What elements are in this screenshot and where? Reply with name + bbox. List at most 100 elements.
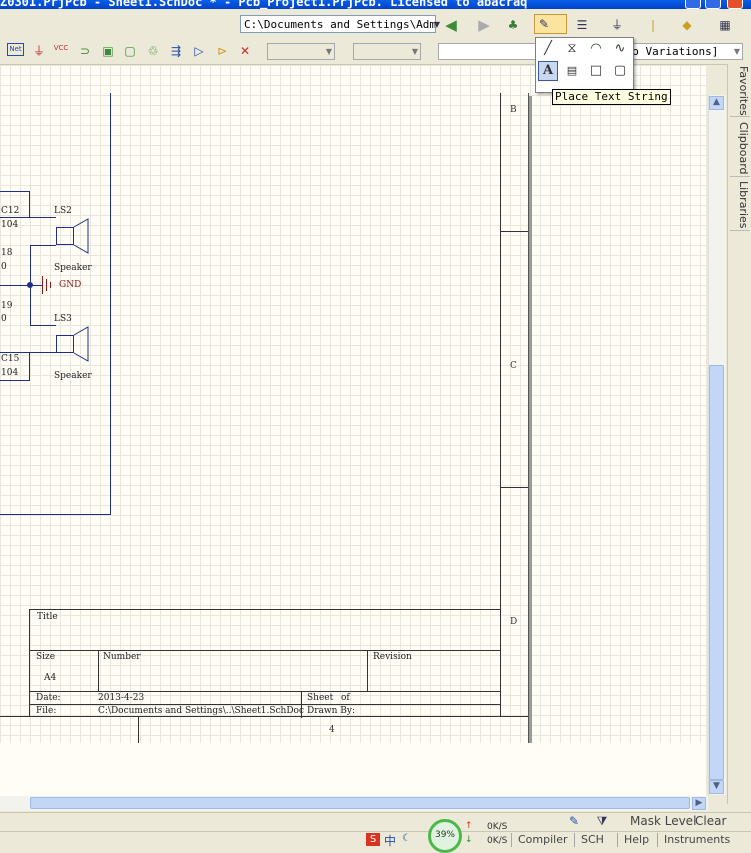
title-block-line [30,691,501,692]
ime-icon[interactable]: S [366,833,380,846]
zone-divider [500,487,528,488]
bus-entry-icon[interactable]: ⇶ [168,43,184,59]
of-label: of [341,693,350,703]
forward-icon[interactable]: ▶ [476,17,492,33]
scroll-down-icon[interactable]: ▼ [709,780,724,794]
gnd-label: GND [59,280,82,290]
vertical-scroll-thumb[interactable] [709,365,724,780]
navigate-icon[interactable]: ♣ [505,17,521,33]
download-icon: ↓ [465,835,473,845]
path-value: C:\Documents and Settings\Admir [244,18,436,31]
sheet-label: Sheet [307,693,334,703]
line-icon[interactable]: ╱ [539,40,557,58]
size-label: Size [36,652,56,662]
close-window-button[interactable] [727,0,743,9]
power-port-icon[interactable]: ⏚ [609,17,625,33]
gnd-bar [42,276,43,294]
filter-combo-2[interactable]: ▼ [353,43,421,60]
round-rectangle-icon[interactable]: ▢ [611,62,629,80]
sheet-symbol-icon[interactable]: ▢ [122,43,138,59]
horizontal-scroll-thumb[interactable] [30,797,690,809]
clear-button[interactable]: Clear [695,814,726,828]
back-icon[interactable]: ◀ [443,17,459,33]
highlight-icon[interactable]: ✎ [566,813,582,829]
schematic-canvas[interactable]: B C D 4 C12 104 LS2 Speaker 18 0 GND 19 … [0,65,706,796]
vcc-icon[interactable]: VCC [53,40,69,56]
maximize-button[interactable] [705,0,721,9]
date-label: Date: [36,693,61,703]
directive-icon[interactable]: ⊳ [214,43,230,59]
dock-tab-favorites[interactable]: Favorites [730,66,750,117]
mask-level-button[interactable]: Mask Level [630,814,696,828]
net-label-icon[interactable]: Net [7,43,24,56]
schematic-sheet: B C D 4 C12 104 LS2 Speaker 18 0 GND 19 … [0,93,529,744]
path-combo[interactable]: C:\Documents and Settings\Admir [240,15,436,33]
part-icon[interactable]: ▣ [100,43,116,59]
file-value: C:\Documents and Settings\..\Sheet1.SchD… [98,706,305,716]
diamond-icon[interactable]: ◆ [679,17,695,33]
panel-instruments[interactable]: Instruments [657,833,736,847]
harness-icon[interactable]: ▷ [191,43,207,59]
wire [30,245,31,285]
r19-value: 0 [1,314,7,324]
scroll-up-icon[interactable]: ▲ [709,96,724,110]
rectangle-icon[interactable]: □ [587,62,605,80]
ime-lang[interactable]: 中 [384,832,396,849]
dock-tab-clipboard[interactable]: Clipboard [730,120,750,177]
polygon-icon[interactable]: ⧖ [563,40,581,58]
probe-icon[interactable]: ❘ [645,17,661,33]
text-frame-icon[interactable]: ▤ [563,62,581,80]
size-value: A4 [44,673,57,683]
port-icon[interactable]: ⊃ [77,43,93,59]
wire [30,217,56,218]
wire [0,380,30,381]
title-block-line [367,650,368,691]
file-label: File: [36,706,57,716]
panel-compiler[interactable]: Compiler [511,833,574,847]
dock-tab-libraries[interactable]: Libraries [730,180,750,231]
title-block: Title Size A4 Number Revision Date: 2013… [29,609,501,718]
title-label: Title [37,612,58,622]
panel-sch[interactable]: SCH [574,833,610,847]
minimize-button[interactable] [685,0,701,9]
right-dock: Favorites Clipboard Libraries [727,64,751,804]
cpu-percent: 39% [434,830,455,840]
wire [30,245,56,246]
drawn-by-label: Drawn By: [307,706,355,716]
panel-help[interactable]: Help [617,833,655,847]
r18-ref: 18 [1,248,13,258]
c12-ref: C12 [1,206,20,216]
grid-icon[interactable]: ▦ [717,17,733,33]
net-up: 0K/S [487,822,508,832]
c15-ref: C15 [1,354,20,364]
wire [0,217,30,218]
align-icon[interactable]: ☰ [574,17,590,33]
cpu-meter: 39% [428,819,462,853]
zone-label-b: B [510,105,517,115]
ls3-desc: Speaker [54,371,92,381]
title-bar: Z0301.PrjPcb - Sheet1.SchDoc * - Pcb_Pro… [0,0,751,9]
sheet-entry-icon[interactable]: ♲ [145,43,161,59]
drawing-tools-button[interactable]: ✎ [534,14,567,34]
revision-label: Revision [373,652,412,662]
bezier-icon[interactable]: ∿ [611,40,629,58]
arc-icon[interactable]: ◠ [587,40,605,58]
window-title: Z0301.PrjPcb - Sheet1.SchDoc * - Pcb_Pro… [0,0,528,9]
wire [0,191,30,192]
no-erc-icon[interactable]: ✕ [237,43,253,59]
filter-combo-1[interactable]: ▼ [267,43,335,60]
wire [29,352,30,380]
text-string-icon[interactable]: A [538,61,558,81]
zone-divider [138,716,139,743]
speaker-ls3 [56,335,74,353]
r18-value: 0 [1,262,7,272]
scroll-right-icon[interactable]: ▶ [692,797,706,810]
net-down: 0K/S [487,836,508,846]
title-block-line [30,704,501,705]
gnd-bar [46,279,47,291]
filter-icon[interactable]: ⧩ [594,813,610,829]
block-border [110,93,111,515]
wire [0,352,56,353]
ground-icon[interactable]: ⏚ [31,43,47,59]
chevron-down-icon: ▼ [733,47,740,56]
